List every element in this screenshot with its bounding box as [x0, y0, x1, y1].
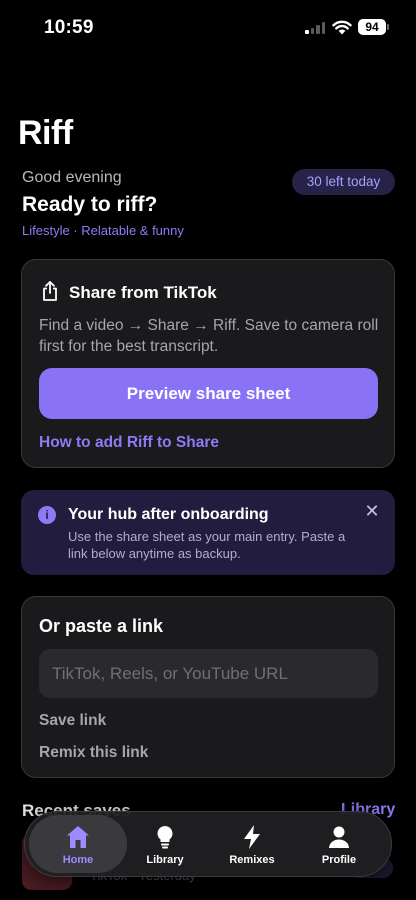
close-icon[interactable]: ✕	[363, 502, 381, 520]
preview-share-sheet-button[interactable]: Preview share sheet	[39, 368, 378, 419]
paste-link-card: Or paste a link Save link Remix this lin…	[21, 596, 395, 778]
cellular-signal-icon	[305, 22, 326, 34]
status-time: 10:59	[44, 17, 94, 38]
info-banner-title: Your hub after onboarding	[68, 506, 269, 523]
app-title: Riff	[18, 114, 73, 152]
battery-indicator: 94	[358, 19, 386, 35]
share-from-tiktok-card: Share from TikTok Find a video → Share →…	[21, 259, 395, 468]
how-to-add-riff-link[interactable]: How to add Riff to Share	[39, 434, 219, 452]
wifi-icon	[332, 20, 352, 35]
tab-home[interactable]: Home	[29, 815, 127, 873]
share-card-title: Share from TikTok	[69, 283, 217, 302]
paste-link-title: Or paste a link	[39, 616, 164, 636]
info-banner-text: Use the share sheet as your main entry. …	[68, 529, 346, 561]
save-link-button[interactable]: Save link	[39, 712, 106, 730]
tab-remixes-label: Remixes	[229, 854, 275, 866]
tab-profile[interactable]: Profile	[297, 815, 381, 873]
person-icon	[329, 826, 349, 848]
status-bar: 10:59 94	[0, 0, 416, 56]
onboarding-info-banner: i Your hub after onboarding Use the shar…	[21, 490, 395, 575]
lightning-icon	[244, 825, 260, 849]
quota-badge: 30 left today	[292, 169, 395, 195]
share-icon	[43, 281, 57, 301]
url-input[interactable]	[39, 649, 378, 698]
remix-this-link-button[interactable]: Remix this link	[39, 744, 148, 762]
persona-tags[interactable]: Lifestyle · Relatable & funny	[22, 223, 184, 238]
tab-profile-label: Profile	[321, 854, 357, 866]
lightbulb-icon	[157, 826, 173, 849]
info-icon: i	[38, 506, 56, 524]
tab-library[interactable]: Library	[123, 815, 207, 873]
tab-library-label: Library	[146, 854, 184, 866]
tab-home-label: Home	[62, 854, 94, 866]
headline: Ready to riff?	[22, 193, 158, 216]
greeting-text: Good evening	[22, 169, 122, 186]
share-card-description: Find a video → Share → Riff. Save to cam…	[39, 317, 379, 355]
tab-remixes[interactable]: Remixes	[210, 815, 294, 873]
battery-nub	[387, 24, 389, 30]
home-icon	[67, 826, 89, 848]
tab-bar: Home Library Remixes Profile	[24, 811, 392, 877]
